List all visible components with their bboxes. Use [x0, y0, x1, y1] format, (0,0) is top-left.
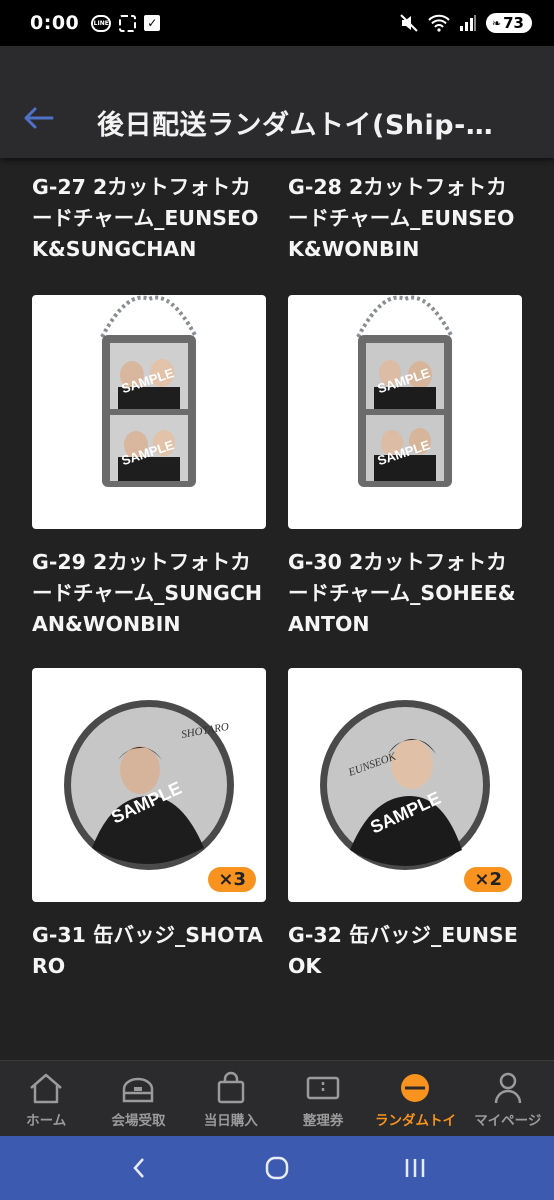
- nav-label: ランダムトイ: [374, 1113, 456, 1129]
- status-bar: 0:00 LINE ✓ ❧ 73: [0, 0, 554, 46]
- product-item[interactable]: SAMPLE SAMPLE G-29 2カットフォトカードチャーム_SUNGCH…: [32, 295, 266, 640]
- product-row: SAMPLE SAMPLE G-29 2カットフォトカードチャーム_SUNGCH…: [32, 295, 522, 640]
- system-back-button[interactable]: [109, 1143, 169, 1193]
- venue-icon: [123, 1077, 154, 1103]
- quantity-badge: ×2: [464, 867, 512, 892]
- product-item[interactable]: G-28 2カットフォトカードチャーム_EUNSEOK&WONBIN: [288, 172, 522, 265]
- recents-icon: [405, 1159, 425, 1177]
- nav-item-ticket[interactable]: 整理券: [277, 1061, 369, 1136]
- notification-icons: LINE ✓: [91, 14, 161, 32]
- product-name: G-28 2カットフォトカードチャーム_EUNSEOK&WONBIN: [288, 175, 515, 261]
- random-toy-icon: [401, 1074, 430, 1102]
- product-item[interactable]: SAMPLE SAMPLE G-30 2カットフォトカードチャーム_SOHEE&…: [288, 295, 522, 640]
- product-image[interactable]: SAMPLE SAMPLE: [288, 295, 522, 529]
- product-row: G-27 2カットフォトカードチャーム_EUNSEOK&SUNGCHAN G-2…: [32, 172, 522, 265]
- system-home-button[interactable]: [247, 1143, 307, 1193]
- product-image[interactable]: SAMPLE SAMPLE: [32, 295, 266, 529]
- nav-item-home[interactable]: ホーム: [0, 1061, 92, 1136]
- product-name: G-31 缶バッジ_SHOTARO: [32, 923, 263, 978]
- wifi-icon: [428, 14, 450, 32]
- product-name: G-32 缶バッジ_EUNSEOK: [288, 923, 518, 978]
- system-status-icons: ❧ 73: [399, 13, 532, 33]
- person-icon: [494, 1072, 522, 1104]
- status-time: 0:00: [30, 12, 80, 34]
- nav-label: 整理券: [302, 1113, 344, 1129]
- system-navigation-bar: [0, 1136, 554, 1200]
- photo-charm-image: SAMPLE SAMPLE: [356, 295, 454, 487]
- product-grid: G-27 2カットフォトカードチャーム_EUNSEOK&SUNGCHAN G-2…: [32, 172, 522, 982]
- home-icon: [30, 1073, 62, 1104]
- page-title: 後日配送ランダムトイ(Ship-…: [97, 110, 494, 141]
- nav-item-random-toy[interactable]: ランダムトイ: [369, 1061, 461, 1136]
- product-image[interactable]: EUNSEOK SAMPLE ×2: [288, 668, 522, 902]
- product-list[interactable]: G-27 2カットフォトカードチャーム_EUNSEOK&SUNGCHAN G-2…: [0, 158, 554, 1060]
- ticket-icon: [306, 1076, 340, 1100]
- back-arrow-icon[interactable]: [22, 106, 54, 130]
- nav-item-same-day[interactable]: 当日購入: [185, 1061, 277, 1136]
- quantity-badge: ×3: [208, 867, 256, 892]
- battery-level: 73: [503, 14, 524, 32]
- shopping-bag-icon: [217, 1071, 245, 1104]
- system-recents-button[interactable]: [385, 1143, 445, 1193]
- product-item[interactable]: SHOTARO SAMPLE ×3 G-31 缶バッジ_SHOTARO: [32, 668, 266, 982]
- product-image[interactable]: SHOTARO SAMPLE ×3: [32, 668, 266, 902]
- nav-label: ホーム: [26, 1113, 67, 1129]
- screenshot-icon: [119, 14, 137, 32]
- product-row: SHOTARO SAMPLE ×3 G-31 缶バッジ_SHOTARO EUNS…: [32, 668, 522, 982]
- leaf-icon: ❧: [491, 16, 502, 30]
- mute-icon: [400, 14, 418, 32]
- bottom-navigation: ホーム 会場受取 当日購入 整理券 ランダムトイ マイページ: [0, 1060, 554, 1136]
- nav-label: 当日購入: [203, 1113, 258, 1129]
- checkbox-icon: ✓: [144, 15, 161, 31]
- home-circle-icon: [265, 1156, 289, 1180]
- battery-indicator: ❧ 73: [485, 13, 532, 33]
- nav-label: 会場受取: [111, 1113, 166, 1129]
- product-name: G-27 2カットフォトカードチャーム_EUNSEOK&SUNGCHAN: [32, 175, 259, 261]
- product-item[interactable]: EUNSEOK SAMPLE ×2 G-32 缶バッジ_EUNSEOK: [288, 668, 522, 982]
- product-name: G-30 2カットフォトカードチャーム_SOHEE&ANTON: [288, 550, 516, 636]
- product-name: G-29 2カットフォトカードチャーム_SUNGCHAN&WONBIN: [32, 550, 263, 636]
- line-app-icon: LINE: [91, 14, 112, 32]
- signal-icon: [459, 15, 476, 31]
- nav-label: マイページ: [474, 1113, 542, 1129]
- chevron-left-icon: [133, 1158, 144, 1178]
- product-item[interactable]: G-27 2カットフォトカードチャーム_EUNSEOK&SUNGCHAN: [32, 172, 266, 265]
- app-header: 後日配送ランダムトイ(Ship-…: [0, 46, 554, 158]
- photo-charm-image: SAMPLE SAMPLE: [100, 295, 198, 487]
- nav-item-venue[interactable]: 会場受取: [92, 1061, 184, 1136]
- nav-item-mypage[interactable]: マイページ: [462, 1061, 554, 1136]
